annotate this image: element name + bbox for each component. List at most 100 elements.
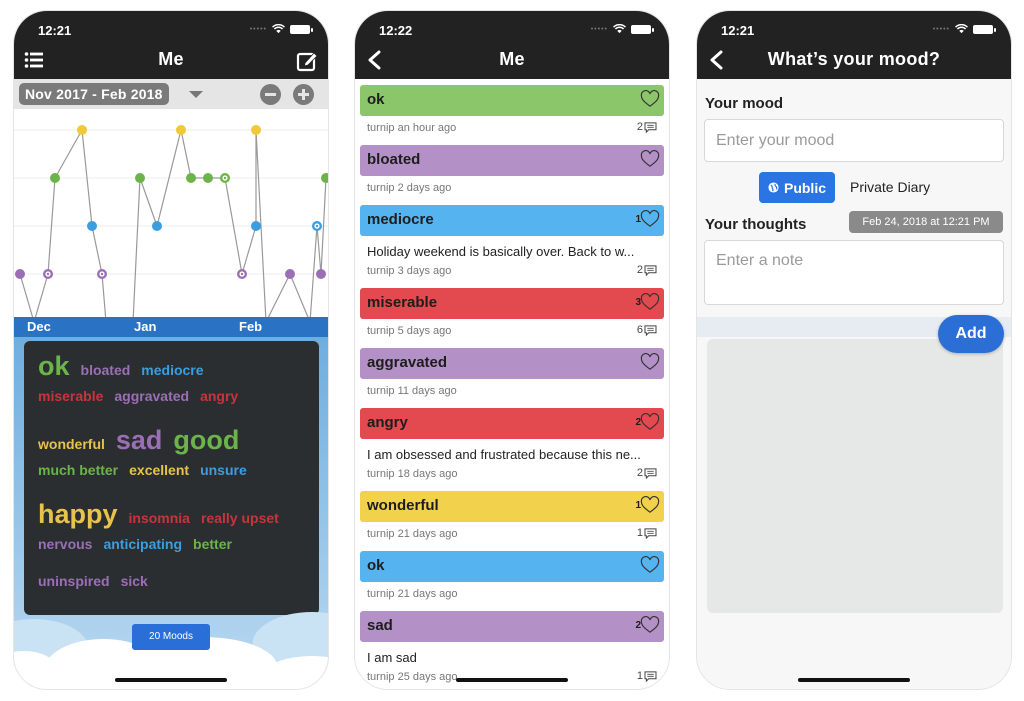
date-time-picker[interactable]: Feb 24, 2018 at 12:21 PM [849,211,1003,233]
month-label: Feb [239,319,263,334]
mood-word[interactable]: insomnia [129,510,190,526]
meta-row: turnip 11 days ago [355,379,669,402]
comments-button[interactable]: 2 [637,121,657,133]
mood-data-point[interactable] [251,221,261,231]
zoom-in-button[interactable] [293,84,314,105]
chevron-down-icon[interactable] [189,91,203,98]
mood-word[interactable]: excellent [129,462,189,478]
mood-data-point[interactable] [87,221,97,231]
mood-data-point[interactable] [135,173,145,183]
like-button[interactable]: 1 [635,210,660,228]
feed-item[interactable]: wonderful 1 turnip 21 days ago 1 [355,491,669,545]
home-indicator [798,678,910,682]
date-range-label[interactable]: Nov 2017 - Feb 2018 [19,83,169,105]
mood-word[interactable]: much better [38,462,118,478]
mood-bar[interactable]: ok [360,85,664,116]
like-button[interactable]: 2 [635,616,660,634]
mood-word[interactable]: better [193,536,232,552]
like-button[interactable]: 3 [635,293,660,311]
nav-bar: 12:21 ••••• Me [14,11,328,79]
nav-bar: 12:21 ••••• What’s your mood? [697,11,1011,79]
like-button[interactable]: 2 [635,413,660,431]
moods-count-button[interactable]: 20 Moods [132,624,210,650]
mood-bar[interactable]: miserable 3 [360,288,664,319]
mood-data-point[interactable] [50,173,60,183]
public-toggle-button[interactable]: Public [759,172,835,203]
mood-name: miserable [367,294,438,311]
feed-item[interactable]: angry 2 I am obsessed and frustrated bec… [355,408,669,485]
word-cloud-row: much better excellent unsure [38,462,305,499]
feed-item[interactable]: miserable 3 turnip 5 days ago 6 [355,288,669,342]
month-label: Dec [27,319,51,334]
mood-word-cloud: ok bloated mediocre miserable aggravated angr… [24,341,319,615]
mood-data-point[interactable] [77,125,87,135]
mood-data-point[interactable] [186,173,196,183]
mood-word[interactable]: really upset [201,510,279,526]
feed-item[interactable]: aggravated turnip 11 days ago [355,348,669,402]
mood-word[interactable]: sick [121,573,148,589]
private-diary-toggle[interactable]: Private Diary [850,179,930,195]
mood-word[interactable]: mediocre [141,362,203,378]
feed-item[interactable]: sad 2 I am sad turnip 25 days ago 1 [355,611,669,688]
mood-bar[interactable]: mediocre 1 [360,205,664,236]
mood-data-point[interactable] [321,173,329,183]
mood-word[interactable]: bloated [81,362,131,378]
mood-word[interactable]: good [173,425,239,456]
mood-word[interactable]: ok [38,351,70,382]
mood-data-point[interactable] [316,269,326,279]
mood-word[interactable]: miserable [38,388,103,404]
mood-bar[interactable]: bloated [360,145,664,176]
zoom-out-button[interactable] [260,84,281,105]
mood-word[interactable]: aggravated [114,388,189,404]
comments-button[interactable]: 1 [637,670,657,682]
mood-word[interactable]: anticipating [103,536,182,552]
wifi-icon [272,24,285,34]
compose-icon[interactable] [296,50,318,72]
mood-bar[interactable]: wonderful 1 [360,491,664,522]
mood-word[interactable]: happy [38,499,118,530]
mood-bar[interactable]: aggravated [360,348,664,379]
mood-word[interactable]: sad [116,425,163,456]
feed-item[interactable]: ok turnip 21 days ago [355,551,669,605]
comments-button[interactable]: 1 [637,527,657,539]
add-button[interactable]: Add [938,315,1004,353]
feed-item[interactable]: bloated turnip 2 days ago [355,145,669,199]
mood-word[interactable]: angry [200,388,238,404]
mood-point-marker-dot [100,272,104,276]
like-button[interactable] [640,150,660,168]
mood-data-point[interactable] [15,269,25,279]
word-cloud-row: miserable aggravated angry [38,388,305,425]
comments-button[interactable]: 2 [637,264,657,276]
meta-row: turnip 25 days ago 1 [355,665,669,688]
like-button[interactable] [640,353,660,371]
mood-data-point[interactable] [176,125,186,135]
comments-button[interactable]: 2 [637,467,657,479]
mood-bar[interactable]: angry 2 [360,408,664,439]
battery-icon [973,24,996,34]
heart-icon [640,556,660,573]
mood-data-point[interactable] [251,125,261,135]
mood-bar[interactable]: sad 2 [360,611,664,642]
feed-item[interactable]: mediocre 1 Holiday weekend is basically … [355,205,669,282]
like-button[interactable] [640,90,660,108]
status-time: 12:22 [379,23,413,38]
like-button[interactable]: 1 [635,496,660,514]
mood-data-point[interactable] [152,221,162,231]
comments-button[interactable]: 6 [637,324,657,336]
like-button[interactable] [640,556,660,574]
faded-word-cloud [707,339,1003,613]
globe-icon [768,182,779,193]
heart-icon [640,210,660,227]
mood-word[interactable]: nervous [38,536,92,552]
mood-data-point[interactable] [285,269,295,279]
mood-input[interactable] [704,119,1004,162]
meta-row: turnip 3 days ago 2 [355,259,669,282]
author-timestamp: turnip 5 days ago [367,325,452,337]
mood-word[interactable]: wonderful [38,436,105,452]
feed-item[interactable]: ok turnip an hour ago 2 [355,85,669,139]
mood-data-point[interactable] [203,173,213,183]
note-textarea[interactable] [704,240,1004,305]
mood-word[interactable]: unsure [200,462,247,478]
mood-word[interactable]: uninspired [38,573,110,589]
mood-bar[interactable]: ok [360,551,664,582]
